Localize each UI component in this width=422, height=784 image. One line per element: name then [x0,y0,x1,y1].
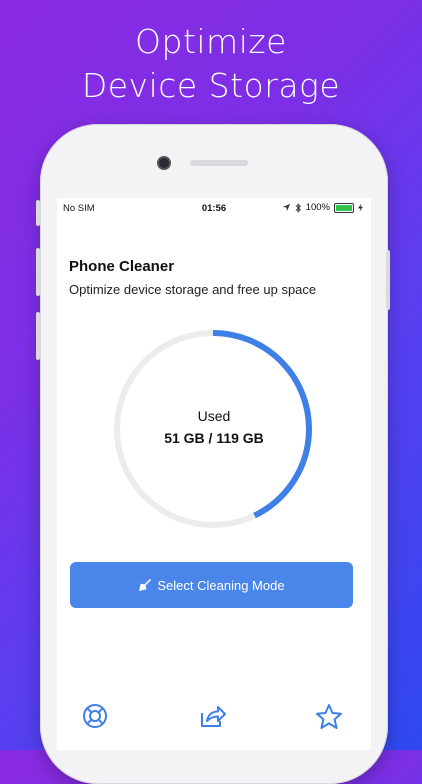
select-cleaning-mode-button[interactable]: Select Cleaning Mode [70,562,353,608]
headline-line-1: Optimize [135,22,287,61]
battery-icon [334,202,354,213]
volume-up-button [36,248,40,296]
star-icon [316,703,342,729]
power-button [386,250,390,310]
bluetooth-icon [295,202,301,213]
mute-switch [36,200,40,226]
share-icon [201,706,226,727]
storage-ring [114,330,312,528]
headline-line-2: Device Storage [81,66,341,105]
tab-support[interactable] [80,701,110,731]
select-cleaning-mode-label: Select Cleaning Mode [157,577,285,593]
broom-icon [139,578,152,591]
phone-screen: No SIM 01:56 100% Phone Cleaner Optimize… [57,198,371,750]
volume-down-button [36,312,40,360]
tab-rate[interactable] [314,701,344,731]
front-camera [159,158,169,168]
earpiece-speaker [190,160,248,166]
tab-share[interactable] [198,701,228,731]
charging-bolt-icon [358,203,363,212]
promo-headline: Optimize Device Storage [0,20,422,108]
location-arrow-icon [282,203,290,212]
app-title: Phone Cleaner [69,258,175,275]
app-subtitle: Optimize device storage and free up spac… [69,282,317,297]
storage-used-value: 51 GB / 119 GB [164,430,264,446]
status-icons: 100% [282,202,363,213]
status-bar: No SIM 01:56 100% [57,198,371,218]
lifebuoy-icon [83,704,107,728]
battery-percent: 100% [305,202,330,213]
storage-used-label: Used [197,408,231,424]
